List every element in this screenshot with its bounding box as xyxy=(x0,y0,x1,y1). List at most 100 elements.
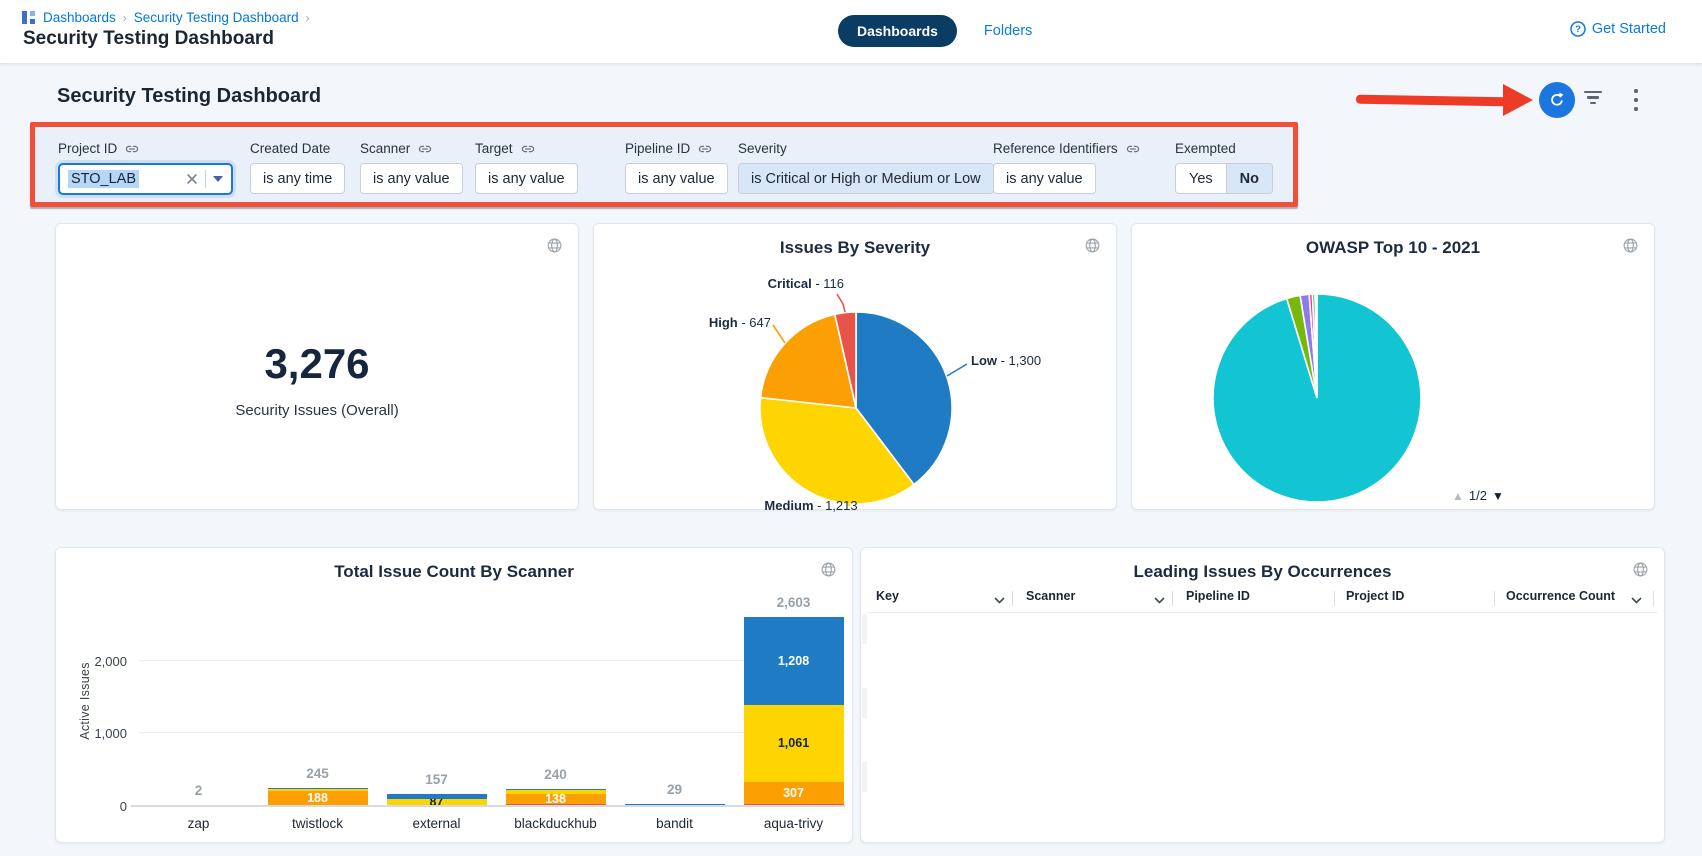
bar-zap[interactable]: 2 xyxy=(149,805,249,806)
page-down-icon[interactable]: ▼ xyxy=(1492,489,1504,503)
gridline xyxy=(139,805,845,806)
created-date-filter-value[interactable]: is any time xyxy=(250,163,345,194)
link-icon xyxy=(1126,142,1140,156)
dashboard-filters-icon[interactable] xyxy=(1582,91,1604,109)
tile-title: Total Issue Count By Scanner xyxy=(56,562,852,582)
exempted-option-yes[interactable]: Yes xyxy=(1175,163,1227,194)
slice-name: Low xyxy=(971,353,997,368)
globe-icon[interactable] xyxy=(1632,561,1649,583)
filter-label-text: Pipeline ID xyxy=(625,141,690,156)
x-axis-category: aqua-trivy xyxy=(739,816,849,831)
question-circle-icon: ? xyxy=(1570,21,1586,37)
pie-label-leader-line xyxy=(947,364,967,376)
tile-owasp-top-10: OWASP Top 10 - 2021 ▲ 1/2 ▼ xyxy=(1131,223,1655,510)
column-separator xyxy=(1334,591,1335,606)
link-icon xyxy=(698,142,712,156)
pie-label-critical: Critical - 116 xyxy=(684,276,844,291)
column-header-pipeline-id[interactable]: Pipeline ID xyxy=(1186,589,1250,603)
bar-segment-low[interactable] xyxy=(149,805,249,806)
filter-label-text: Project ID xyxy=(58,141,117,156)
bar-segment-medium[interactable] xyxy=(506,790,606,794)
bar-segment-low[interactable]: 1,208 xyxy=(744,617,844,705)
exempted-option-no[interactable]: No xyxy=(1227,163,1273,194)
bar-segment-high[interactable]: 307 xyxy=(744,782,844,804)
column-separator xyxy=(1012,591,1013,606)
pie-label-low: Low - 1,300 xyxy=(971,353,1041,368)
bar-segment-high[interactable] xyxy=(387,805,487,806)
bar-segment-critical[interactable] xyxy=(744,804,844,806)
pie-label-high: High - 647 xyxy=(631,315,771,330)
table-header-row: Key Scanner Pipeline ID Project ID Occur… xyxy=(861,589,1664,609)
bar-bandit[interactable]: 29 xyxy=(625,804,725,806)
get-started-link[interactable]: ? Get Started xyxy=(1570,21,1666,37)
bar-segment-medium[interactable]: 1,061 xyxy=(744,705,844,782)
project-id-filter-input[interactable]: STO_LAB xyxy=(58,163,233,195)
column-header-scanner[interactable]: Scanner xyxy=(1026,589,1075,603)
filter-label-text: Exempted xyxy=(1175,141,1236,156)
sort-chevron-down-icon[interactable] xyxy=(994,593,1005,607)
globe-icon[interactable] xyxy=(820,561,837,583)
column-separator xyxy=(1653,591,1654,606)
clear-x-icon[interactable] xyxy=(186,173,198,185)
dashboard-main: Security Testing Dashboard Project ID ST… xyxy=(0,63,1702,856)
bar-segment-low[interactable] xyxy=(387,794,487,798)
combo-divider xyxy=(205,170,206,188)
gridline xyxy=(139,660,845,661)
bar-segment-high[interactable]: 138 xyxy=(506,794,606,804)
bar-total-label: 29 xyxy=(625,782,725,797)
severity-filter-value[interactable]: is Critical or High or Medium or Low xyxy=(738,163,994,194)
bar-segment-low[interactable] xyxy=(506,789,606,791)
filter-label-text: Severity xyxy=(738,141,787,156)
column-header-project-id[interactable]: Project ID xyxy=(1346,589,1404,603)
table-row-fragment xyxy=(862,614,867,644)
sort-chevron-down-icon[interactable] xyxy=(1631,593,1642,607)
filter-label-scanner: Scanner xyxy=(360,141,432,156)
tile-issues-by-severity: Issues By Severity Critical - 116 High -… xyxy=(593,223,1117,510)
x-axis-category: blackduckhub xyxy=(501,816,611,831)
bar-twistlock[interactable]: 188245 xyxy=(268,788,368,806)
segment-value-label: 188 xyxy=(268,791,368,805)
bar-segment-low[interactable] xyxy=(268,788,368,789)
breadcrumb-link-dashboards[interactable]: Dashboards xyxy=(43,10,116,25)
filter-label-target: Target xyxy=(475,141,535,156)
target-filter-value[interactable]: is any value xyxy=(475,163,578,194)
tab-folders[interactable]: Folders xyxy=(984,23,1032,39)
breadcrumb-separator xyxy=(123,11,127,25)
slice-value: - 1,300 xyxy=(997,353,1041,368)
bar-segment-medium[interactable]: 87 xyxy=(387,799,487,805)
sort-chevron-down-icon[interactable] xyxy=(1154,593,1165,607)
bar-external[interactable]: 87157 xyxy=(387,794,487,806)
scanner-filter-value[interactable]: is any value xyxy=(360,163,463,194)
pie-label-medium: Medium - 1,213 xyxy=(731,498,891,513)
page-up-icon[interactable]: ▲ xyxy=(1452,489,1464,503)
reference-identifiers-filter-value[interactable]: is any value xyxy=(993,163,1096,194)
refresh-button[interactable] xyxy=(1539,82,1575,118)
more-options-icon[interactable] xyxy=(1628,89,1644,111)
globe-icon[interactable] xyxy=(546,237,563,259)
pipeline-id-filter-value[interactable]: is any value xyxy=(625,163,728,194)
total-issues-label: Security Issues (Overall) xyxy=(56,402,578,419)
dashboard-title: Security Testing Dashboard xyxy=(57,85,321,108)
tab-dashboards[interactable]: Dashboards xyxy=(838,15,957,47)
bar-aqua-trivy[interactable]: 3071,0611,2082,603 xyxy=(744,617,844,806)
bar-segment-critical[interactable] xyxy=(506,804,606,806)
bar-segment-high[interactable]: 188 xyxy=(268,791,368,805)
pie-label-leader-line xyxy=(773,325,785,343)
gridline xyxy=(139,732,845,733)
bar-segment-medium[interactable] xyxy=(268,789,368,791)
bar-blackduckhub[interactable]: 138240 xyxy=(506,789,606,806)
column-header-key[interactable]: Key xyxy=(876,589,899,603)
breadcrumb-link-current[interactable]: Security Testing Dashboard xyxy=(134,10,299,25)
bar-segment-critical[interactable] xyxy=(268,805,368,806)
bar-segment-low[interactable] xyxy=(625,804,725,806)
bar-total-label: 2 xyxy=(149,783,249,798)
page-indicator: 1/2 xyxy=(1469,488,1487,503)
dropdown-caret-icon[interactable] xyxy=(213,176,223,182)
column-separator xyxy=(1172,591,1173,606)
column-header-occurrence-count[interactable]: Occurrence Count xyxy=(1506,589,1615,603)
project-id-selected-value[interactable]: STO_LAB xyxy=(68,170,139,188)
filter-label-pipeline-id: Pipeline ID xyxy=(625,141,712,156)
tile-title: Leading Issues By Occurrences xyxy=(861,562,1664,582)
table-row-fragment xyxy=(862,762,867,792)
x-axis-category: twistlock xyxy=(263,816,373,831)
